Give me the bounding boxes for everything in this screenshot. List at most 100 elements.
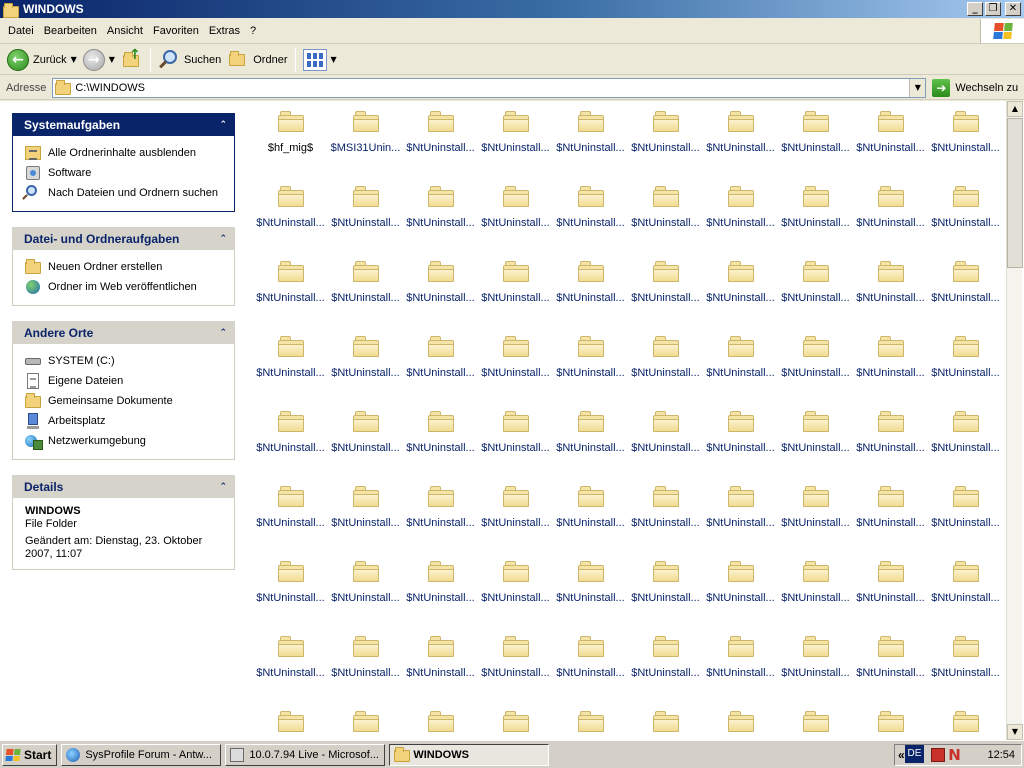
folder-item[interactable]: $NtUninstall... — [553, 176, 628, 251]
folder-item[interactable]: $NtUninstall... — [253, 401, 328, 476]
folder-item[interactable]: $NtUninstall... — [478, 176, 553, 251]
folder-item[interactable]: $NtUninstall... — [928, 251, 1003, 326]
folder-item[interactable]: $NtUninstall... — [928, 101, 1003, 176]
folder-item[interactable]: $NtUninstall... — [553, 626, 628, 701]
folder-item[interactable]: $NtUninstall... — [928, 401, 1003, 476]
folder-item[interactable]: $NtUninstall... — [478, 326, 553, 401]
menu-favorites[interactable]: Favoriten — [148, 23, 204, 39]
task-software[interactable]: Software — [25, 163, 228, 183]
folder-item[interactable]: $NtUninstall... — [628, 251, 703, 326]
taskbar-item-windows[interactable]: WINDOWS — [389, 743, 550, 766]
folder-item[interactable] — [778, 701, 853, 740]
up-button[interactable]: ↑ — [118, 47, 146, 73]
address-input[interactable]: C:\WINDOWS ▼ — [52, 77, 927, 98]
folder-item[interactable]: $NtUninstall... — [403, 401, 478, 476]
folder-item[interactable]: $NtUninstall... — [853, 626, 928, 701]
folder-item[interactable]: $NtUninstall... — [778, 476, 853, 551]
views-dropdown-icon[interactable]: ▼ — [331, 55, 337, 64]
folder-item[interactable]: $NtUninstall... — [853, 251, 928, 326]
folder-item[interactable]: $NtUninstall... — [553, 251, 628, 326]
folder-item[interactable]: $NtUninstall... — [778, 551, 853, 626]
folder-item[interactable]: $NtUninstall... — [778, 176, 853, 251]
folder-item[interactable]: $NtUninstall... — [328, 176, 403, 251]
folder-item[interactable]: $NtUninstall... — [853, 401, 928, 476]
collapse-icon[interactable]: ⌃ — [219, 328, 227, 338]
scroll-down-button[interactable]: ▼ — [1007, 724, 1023, 740]
back-dropdown-icon[interactable]: ▼ — [71, 55, 77, 64]
folder-item[interactable]: $NtUninstall... — [928, 626, 1003, 701]
folder-item[interactable] — [628, 701, 703, 740]
folder-item[interactable]: $NtUninstall... — [928, 551, 1003, 626]
folder-item[interactable]: $NtUninstall... — [928, 326, 1003, 401]
minimize-button[interactable]: _ — [967, 2, 983, 16]
folder-item[interactable] — [703, 701, 778, 740]
folder-item[interactable]: $NtUninstall... — [253, 176, 328, 251]
start-button[interactable]: Start — [2, 743, 58, 766]
task-search-files[interactable]: Nach Dateien und Ordnern suchen — [25, 183, 228, 203]
folder-item[interactable]: $NtUninstall... — [478, 401, 553, 476]
file-tasks-header[interactable]: Datei- und Ordneraufgaben ⌃ — [12, 227, 235, 250]
tray-expand-icon[interactable]: « — [898, 748, 905, 762]
folder-item[interactable]: $NtUninstall... — [253, 551, 328, 626]
folder-item[interactable]: $NtUninstall... — [703, 626, 778, 701]
folder-item[interactable]: $NtUninstall... — [403, 326, 478, 401]
folder-item[interactable]: $NtUninstall... — [703, 326, 778, 401]
menu-tools[interactable]: Extras — [204, 23, 245, 39]
system-tasks-header[interactable]: Systemaufgaben ⌃ — [12, 113, 235, 136]
folder-item[interactable]: $NtUninstall... — [778, 326, 853, 401]
folder-item[interactable]: $NtUninstall... — [628, 101, 703, 176]
folder-item[interactable]: $NtUninstall... — [628, 551, 703, 626]
menu-edit[interactable]: Bearbeiten — [39, 23, 102, 39]
folder-item[interactable]: $NtUninstall... — [703, 176, 778, 251]
forward-dropdown-icon[interactable]: ▼ — [109, 55, 115, 64]
task-new-folder[interactable]: Neuen Ordner erstellen — [25, 257, 228, 277]
folder-item[interactable] — [553, 701, 628, 740]
folder-item[interactable]: $NtUninstall... — [553, 401, 628, 476]
collapse-icon[interactable]: ⌃ — [219, 120, 227, 130]
folder-item[interactable]: $NtUninstall... — [853, 176, 928, 251]
folder-item[interactable]: $NtUninstall... — [703, 551, 778, 626]
folder-item[interactable]: $NtUninstall... — [853, 101, 928, 176]
folder-item[interactable]: $NtUninstall... — [328, 401, 403, 476]
menu-help[interactable]: ? — [245, 23, 261, 39]
folder-item[interactable]: $NtUninstall... — [403, 551, 478, 626]
folder-item[interactable]: $hf_mig$ — [253, 101, 328, 176]
folder-item[interactable]: $NtUninstall... — [853, 326, 928, 401]
collapse-icon[interactable]: ⌃ — [219, 482, 227, 492]
folder-item[interactable] — [853, 701, 928, 740]
folder-item[interactable]: $NtUninstall... — [403, 176, 478, 251]
folder-item[interactable]: $MSI31Unin... — [328, 101, 403, 176]
details-header[interactable]: Details ⌃ — [12, 475, 235, 498]
folder-item[interactable]: $NtUninstall... — [628, 176, 703, 251]
maximize-button[interactable]: ❐ — [985, 2, 1001, 16]
folder-item[interactable]: $NtUninstall... — [253, 326, 328, 401]
folder-item[interactable]: $NtUninstall... — [478, 551, 553, 626]
folder-item[interactable]: $NtUninstall... — [328, 626, 403, 701]
forward-button[interactable]: → ▼ — [80, 47, 118, 73]
folders-button[interactable]: Ordner — [224, 47, 290, 73]
place-my-documents[interactable]: Eigene Dateien — [25, 371, 228, 391]
folder-item[interactable]: $NtUninstall... — [853, 476, 928, 551]
folder-item[interactable] — [928, 701, 1003, 740]
folder-item[interactable]: $NtUninstall... — [928, 176, 1003, 251]
task-hide-folder-contents[interactable]: Alle Ordnerinhalte ausblenden — [25, 143, 228, 163]
folder-item[interactable] — [478, 701, 553, 740]
views-button[interactable]: ▼ — [300, 47, 340, 73]
folder-item[interactable]: $NtUninstall... — [478, 101, 553, 176]
folder-item[interactable]: $NtUninstall... — [928, 476, 1003, 551]
folder-item[interactable]: $NtUninstall... — [328, 251, 403, 326]
folder-item[interactable]: $NtUninstall... — [778, 251, 853, 326]
place-my-computer[interactable]: Arbeitsplatz — [25, 411, 228, 431]
folder-item[interactable]: $NtUninstall... — [703, 401, 778, 476]
other-places-header[interactable]: Andere Orte ⌃ — [12, 321, 235, 344]
tray-app-icon[interactable] — [931, 748, 946, 762]
menu-file[interactable]: Datei — [3, 23, 39, 39]
folder-item[interactable]: $NtUninstall... — [553, 101, 628, 176]
collapse-icon[interactable]: ⌃ — [219, 234, 227, 244]
folder-item[interactable]: $NtUninstall... — [628, 626, 703, 701]
folder-item[interactable] — [253, 701, 328, 740]
folder-item[interactable] — [403, 701, 478, 740]
folder-item[interactable]: $NtUninstall... — [478, 626, 553, 701]
folder-item[interactable]: $NtUninstall... — [553, 551, 628, 626]
folder-item[interactable]: $NtUninstall... — [553, 476, 628, 551]
